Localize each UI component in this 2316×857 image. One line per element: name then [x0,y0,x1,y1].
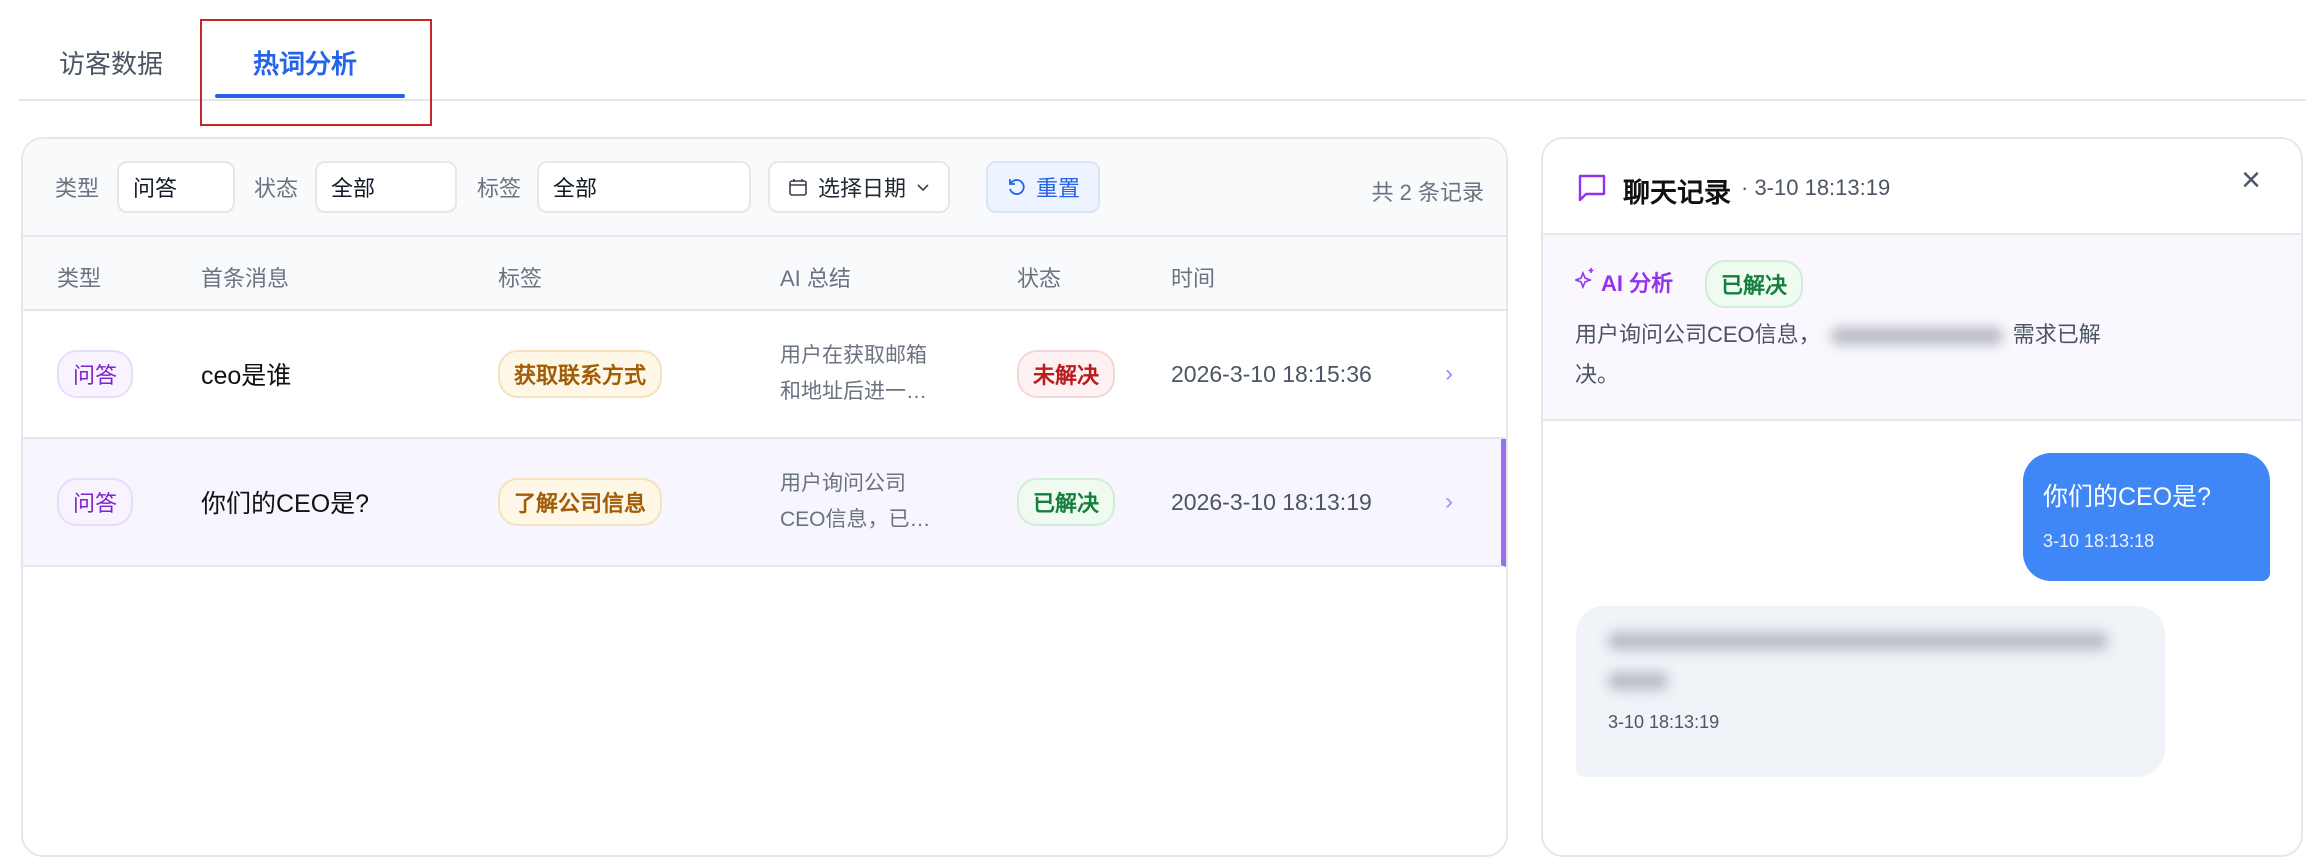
type-badge: 问答 [57,478,134,526]
table-header: 类型 首条消息 标签 AI 总结 状态 时间 [23,237,1506,311]
tag-filter-label: 标签 [477,176,522,201]
highlight-box [200,19,432,126]
tag-badge: 了解公司信息 [498,478,663,526]
chat-subtitle: · 3-10 18:13:19 [1741,175,1891,200]
chevron-right-icon[interactable]: › [1445,488,1453,516]
row-time: 2026-3-10 18:15:36 [1171,360,1372,387]
date-picker-label: 选择日期 [818,176,907,201]
status-badge: 未解决 [1017,350,1116,398]
header-status: 状态 [1017,266,1062,291]
first-message: ceo是谁 [201,362,292,390]
row-time: 2026-3-10 18:13:19 [1171,488,1372,515]
table-row[interactable]: 问答 你们的CEO是? 了解公司信息 用户询问公司 CEO信息，已… 已解决 20… [23,439,1506,567]
chevron-right-icon[interactable]: › [1445,360,1453,388]
ai-summary-text: 用户询问公司CEO信息， 需求已解 决。 [1575,322,2101,387]
chat-icon [1578,174,1606,202]
chat-header: 聊天记录 · 3-10 18:13:19 × [1543,139,2301,235]
tag-badge: 获取联系方式 [498,350,663,398]
ai-status-badge: 已解决 [1705,260,1804,308]
tab-visitor-data[interactable]: 访客数据 [59,44,163,81]
type-filter-input[interactable]: 问答 [117,161,235,213]
sparkle-icon [1575,268,1594,289]
ai-analysis-label: AI 分析 [1601,271,1674,296]
chat-panel: 聊天记录 · 3-10 18:13:19 × AI 分析 已解决 用户询问公司C… [1541,137,2303,857]
reset-button[interactable]: 重置 [986,161,1101,213]
header-tag: 标签 [498,266,543,291]
bot-message-blurred [1608,632,2133,691]
header-time: 时间 [1171,266,1216,291]
ai-summary: 用户在获取邮箱 和地址后进一… [780,344,927,403]
bot-message-bubble: 3-10 18:13:19 [1576,606,2165,777]
header-first-message: 首条消息 [201,266,290,291]
reset-icon [1009,179,1025,195]
status-badge: 已解决 [1017,478,1116,526]
tag-filter-input[interactable]: 全部 [537,161,751,213]
status-filter-label: 状态 [254,176,299,201]
chat-title: 聊天记录 [1623,178,1731,208]
record-count: 共 2 条记录 [1371,180,1484,205]
table-row[interactable]: 问答 ceo是谁 获取联系方式 用户在获取邮箱 和地址后进一… 未解决 2026-… [23,311,1506,439]
records-panel: 类型 问答 状态 全部 标签 全部 选择日期 重置 共 2 条记录 类型 首条消… [21,137,1508,857]
header-type: 类型 [57,266,102,291]
ai-analysis-section: AI 分析 已解决 用户询问公司CEO信息， 需求已解 决。 [1543,235,2301,421]
user-message-bubble: 你们的CEO是? 3-10 18:13:18 [2023,453,2270,581]
type-filter-label: 类型 [55,176,100,201]
user-message-time: 3-10 18:13:18 [2043,531,2155,551]
header-ai-summary: AI 总结 [780,266,851,291]
type-badge: 问答 [57,350,134,398]
user-message-text: 你们的CEO是? [2043,483,2212,511]
calendar-icon [789,179,807,196]
bot-message-time: 3-10 18:13:19 [1608,712,1720,733]
first-message: 你们的CEO是? [201,490,370,518]
status-filter-input[interactable]: 全部 [315,161,457,213]
date-picker[interactable]: 选择日期 [768,161,951,213]
filter-toolbar: 类型 问答 状态 全部 标签 全部 选择日期 重置 共 2 条记录 [23,139,1506,237]
reset-label: 重置 [1036,176,1081,201]
close-icon[interactable]: × [2241,161,2261,200]
ai-summary: 用户询问公司 CEO信息，已… [780,472,931,531]
chevron-down-icon [917,184,929,192]
